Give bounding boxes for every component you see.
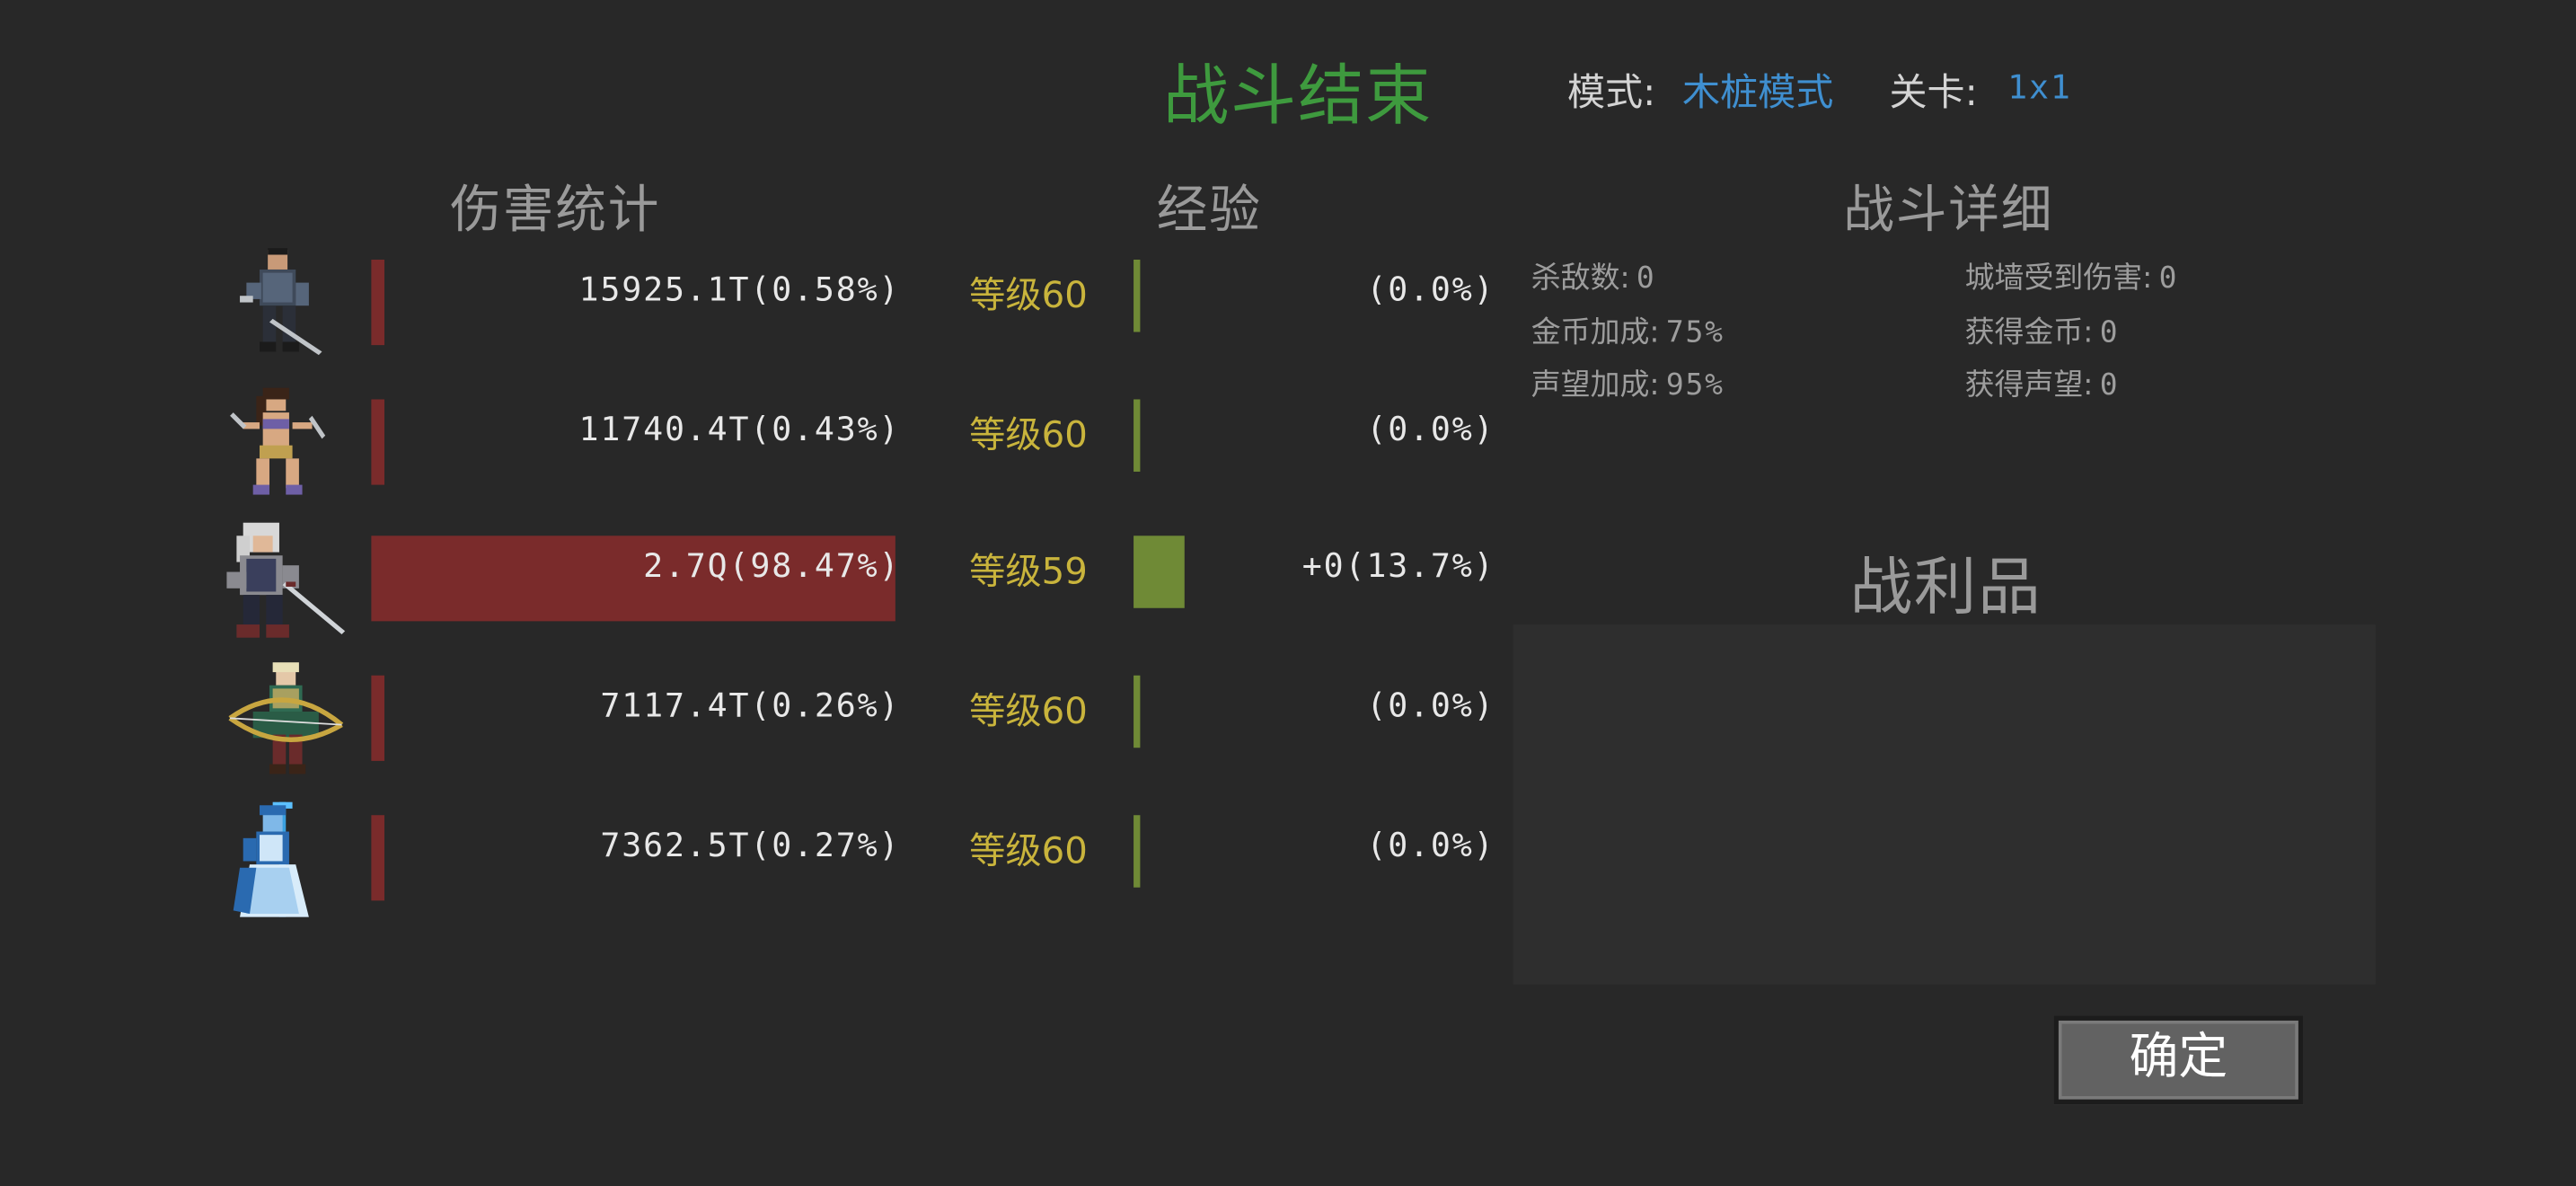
damage-bar (371, 815, 385, 901)
swordsman-hero-icon (224, 246, 329, 361)
exp-bar (1134, 535, 1185, 608)
fame-bonus-label: 声望加成: (1531, 367, 1660, 403)
exp-bar (1134, 399, 1141, 472)
hero-row: 15925.1T(0.58%) 等级60 (0.0%) (0, 246, 1512, 361)
gold-earned-stat: 获得金币: 0 (1965, 309, 2120, 352)
dancer-hero-icon (224, 386, 329, 501)
loot-heading: 战利品 (1849, 550, 2042, 624)
hero-row: 11740.4T(0.43%) 等级60 (0.0%) (0, 386, 1512, 501)
level-label: 等级60 (969, 415, 1088, 457)
exp-bar (1134, 815, 1141, 888)
level-label: 等级60 (969, 276, 1088, 318)
fame-earned-stat: 获得声望: 0 (1965, 361, 2120, 404)
hero-row: 7117.4T(0.26%) 等级60 (0.0%) (0, 662, 1512, 777)
level-label: 等级60 (969, 831, 1088, 873)
exp-value: (0.0%) (1366, 269, 1495, 309)
level-label: 等级60 (969, 692, 1088, 733)
gold-bonus-stat: 金币加成: 75% (1531, 309, 1725, 352)
wall-damage-value: 0 (2158, 261, 2179, 296)
experience-heading: 经验 (1156, 181, 1262, 241)
damage-value: 2.7Q(98.47%) (643, 545, 901, 586)
gold-bonus-value: 75% (1665, 315, 1725, 350)
stage-value: 1x1 (2007, 66, 2072, 107)
gold-earned-label: 获得金币: (1964, 315, 2094, 350)
level-label: 等级59 (969, 552, 1088, 594)
fame-earned-label: 获得声望: (1964, 367, 2094, 403)
fame-earned-value: 0 (2099, 367, 2120, 403)
exp-bar (1134, 259, 1141, 332)
gold-bonus-label: 金币加成: (1531, 315, 1660, 350)
gold-earned-value: 0 (2099, 315, 2120, 350)
mode-value: 木桩模式 (1681, 72, 1834, 116)
fame-bonus-value: 95% (1665, 367, 1725, 403)
mode-label: 模式: (1566, 72, 1656, 116)
kills-label: 杀敌数: (1531, 261, 1630, 296)
exp-bar (1134, 675, 1141, 748)
kills-stat: 杀敌数: 0 (1531, 255, 1656, 298)
stage-label: 关卡: (1889, 72, 1978, 116)
damage-value: 7362.5T(0.27%) (600, 825, 901, 865)
kills-value: 0 (1636, 261, 1656, 296)
hero-row: 2.7Q(98.47%) 等级59 +0(13.7%) (0, 522, 1512, 638)
ice-mage-hero-icon (230, 801, 335, 917)
elf-archer-hero-icon (224, 662, 348, 777)
wall-damage-stat: 城墙受到伤害: 0 (1965, 255, 2179, 298)
exp-value: (0.0%) (1366, 685, 1495, 725)
silver-haired-swordsman-hero-icon (220, 522, 351, 648)
wall-damage-label: 城墙受到伤害: (1964, 261, 2153, 296)
damage-bar (371, 675, 385, 761)
loot-panel[interactable] (1513, 624, 2376, 985)
damage-bar (371, 259, 385, 346)
damage-stats-heading: 伤害统计 (450, 181, 661, 241)
damage-value: 11740.4T(0.43%) (578, 409, 901, 449)
damage-value: 7117.4T(0.26%) (600, 685, 901, 725)
hero-row: 7362.5T(0.27%) 等级60 (0.0%) (0, 801, 1512, 917)
battle-result-screen: 战斗结束 模式: 木桩模式 关卡: 1x1 伤害统计 经验 战斗详细 战利品 1… (0, 0, 2576, 1186)
battle-details-heading: 战斗详细 (1843, 181, 2054, 241)
damage-value: 15925.1T(0.58%) (578, 269, 901, 309)
exp-value: (0.0%) (1366, 409, 1495, 449)
damage-bar (371, 399, 385, 485)
exp-value: +0(13.7%) (1301, 545, 1495, 586)
confirm-button[interactable]: 确定 (2053, 1015, 2304, 1105)
exp-value: (0.0%) (1366, 825, 1495, 865)
fame-bonus-stat: 声望加成: 95% (1531, 361, 1725, 404)
battle-end-title: 战斗结束 (1163, 58, 1433, 135)
